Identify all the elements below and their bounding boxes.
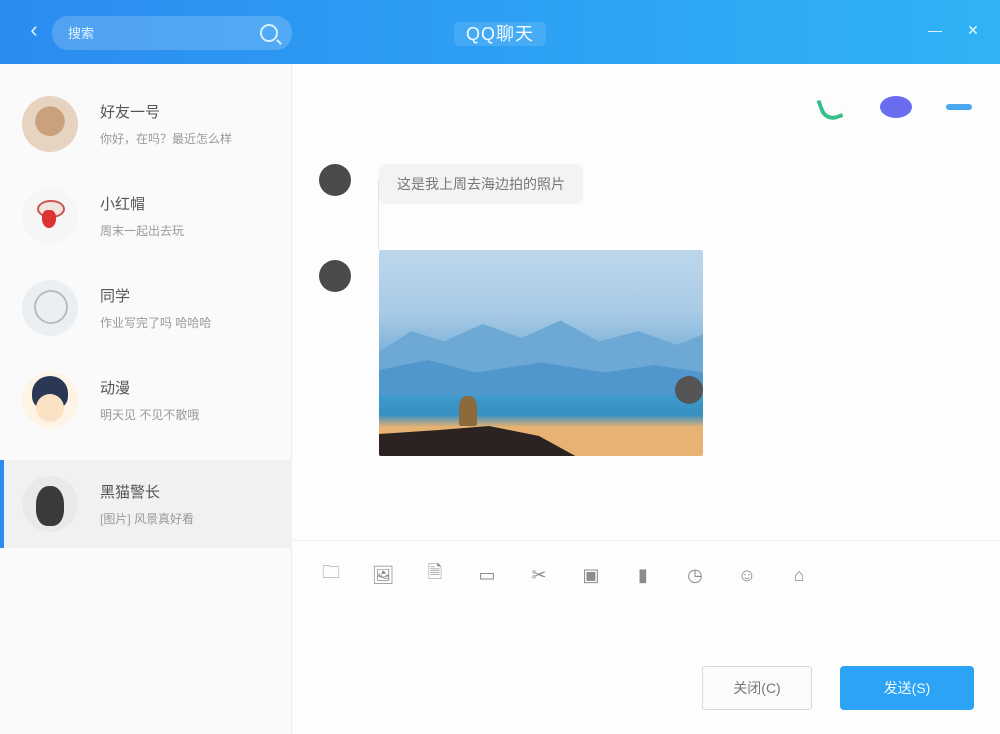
send-button[interactable]: 发送(S)	[840, 666, 974, 710]
avatar[interactable]	[319, 164, 351, 196]
emoji-icon[interactable]: ☺	[729, 561, 765, 589]
screen-icon[interactable]: ▭	[469, 561, 505, 589]
phone-icon[interactable]	[814, 94, 848, 120]
contact-item[interactable]: 动漫 明天见 不见不散哦	[0, 356, 292, 444]
image-overlay-dot	[675, 376, 703, 404]
window-controls: — ✕	[922, 18, 986, 42]
avatar	[22, 280, 78, 336]
message-bubble: 这是我上周去海边拍的照片	[379, 164, 583, 204]
contact-preview: [图片] 风景真好看	[100, 512, 195, 526]
scissors-icon[interactable]: ✂	[521, 561, 557, 589]
contact-name: 小红帽	[100, 196, 146, 213]
doc-icon[interactable]: 🗎	[417, 561, 453, 589]
message-row: 这是我上周去海边拍的照片	[319, 164, 583, 204]
window-title: QQ聊天	[453, 22, 546, 46]
title-bar: ‹ QQ聊天 — ✕	[0, 0, 1000, 64]
contact-item[interactable]: 好友一号 你好，在吗？最近怎么样	[0, 80, 292, 168]
contact-preview: 周末一起出去玩	[100, 224, 185, 238]
close-button[interactable]: 关闭(C)	[702, 666, 812, 710]
contact-preview: 你好，在吗？最近怎么样	[100, 132, 233, 146]
contact-item-active[interactable]: 黑猫警长 [图片] 风景真好看	[0, 460, 292, 548]
minimize-icon[interactable]: —	[922, 18, 948, 42]
avatar	[22, 96, 78, 152]
image-boat	[379, 426, 579, 456]
bag-icon[interactable]: ▣	[573, 561, 609, 589]
image-person	[459, 396, 477, 426]
contact-name: 黑猫警长	[100, 484, 161, 501]
contact-preview: 作业写完了吗 哈哈哈	[100, 316, 212, 330]
mic-icon[interactable]: ▮	[625, 561, 661, 589]
message-image[interactable]	[379, 250, 703, 456]
folder-icon[interactable]: 🗀	[313, 561, 349, 589]
avatar	[22, 188, 78, 244]
chat-panel: 这是我上周去海边拍的照片 🗀 🖼 🗎 ▭ ✂ ▣ ▮ ◷ ☺ ⌂ 关闭(C) 发…	[293, 64, 1000, 734]
avatar	[22, 476, 78, 532]
message-row	[319, 250, 703, 456]
contact-list: 好友一号 你好，在吗？最近怎么样 小红帽 周末一起出去玩 同学 作业写完了吗 哈…	[0, 64, 292, 734]
contact-name: 好友一号	[100, 104, 161, 121]
avatar[interactable]	[319, 260, 351, 292]
image-icon[interactable]: 🖼	[365, 561, 401, 589]
close-icon[interactable]: ✕	[960, 18, 986, 42]
video-call-icon[interactable]	[878, 94, 912, 120]
history-icon[interactable]: ◷	[677, 561, 713, 589]
input-toolbar: 🗀 🖼 🗎 ▭ ✂ ▣ ▮ ◷ ☺ ⌂	[293, 540, 1000, 606]
contact-name: 动漫	[100, 380, 131, 397]
contact-item[interactable]: 同学 作业写完了吗 哈哈哈	[0, 264, 292, 352]
contact-item[interactable]: 小红帽 周末一起出去玩	[0, 172, 292, 260]
contact-name: 同学	[100, 288, 131, 305]
chat-actions	[814, 94, 976, 120]
gift-icon[interactable]: ⌂	[781, 561, 817, 589]
contact-preview: 明天见 不见不散哦	[100, 408, 200, 422]
more-icon[interactable]	[942, 94, 976, 120]
avatar	[22, 372, 78, 428]
